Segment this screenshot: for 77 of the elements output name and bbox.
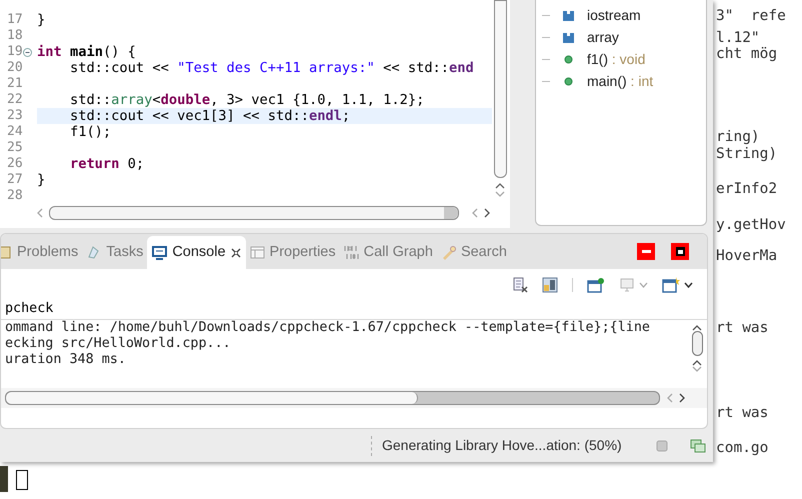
console-line: ecking src/HelloWorld.cpp...	[5, 336, 232, 352]
line-number: 19	[7, 44, 23, 60]
text-cursor	[16, 470, 28, 490]
code-line: f1();	[68, 124, 112, 140]
text-line: com.go	[716, 439, 768, 458]
tasks-icon	[86, 245, 102, 260]
text-line: String)	[716, 145, 778, 164]
text-line: ring)	[716, 128, 760, 147]
line-number: 20	[7, 60, 23, 76]
code-line: std::cout << vec1[3] << std::endl;	[68, 108, 350, 124]
outline-item[interactable]: array	[587, 26, 619, 48]
text-line: rt was	[716, 404, 768, 423]
maximize-button[interactable]	[671, 243, 689, 260]
progress-view-icon[interactable]	[690, 438, 706, 452]
scroll-right-icon[interactable]	[679, 393, 686, 403]
flashlight-icon	[440, 245, 456, 260]
collapse-icon[interactable]	[22, 48, 32, 56]
code-editor[interactable]: 17 } 18 19 int main() { 20 std::cout << "Test des C++11 arrays:" << std::end 21 22 std::array<double, 3> vec1 {1.0, 1.1, 1.2}; 23 std::cout << vec1[3] << std::endl; 24 f1(); 25 26 return 0; 27 } 28	[0, 0, 510, 228]
panel-edge	[0, 466, 8, 492]
line-number: 24	[7, 124, 23, 140]
scroll-up-icon[interactable]	[692, 324, 702, 331]
close-icon[interactable]	[230, 248, 241, 258]
code-line: std::array<double, 3> vec1 {1.0, 1.1, 1.2};	[68, 92, 424, 108]
scroll-up-icon[interactable]	[495, 182, 505, 189]
line-number: 27	[7, 172, 23, 188]
line-number: 22	[7, 92, 23, 108]
horizontal-scrollbar[interactable]	[49, 206, 459, 220]
text-line: y.getHov	[716, 216, 786, 235]
scroll-lock-icon[interactable]	[542, 277, 558, 293]
text-line: HoverMa	[716, 247, 778, 266]
line-number: 26	[7, 156, 23, 172]
vertical-scrollbar[interactable]	[692, 331, 702, 356]
code-line: }	[37, 12, 46, 28]
minimize-button[interactable]	[637, 243, 655, 260]
outline-item[interactable]: main() : int	[587, 70, 654, 92]
vertical-scrollbar[interactable]	[494, 0, 506, 178]
line-number: 21	[7, 76, 23, 92]
scroll-right-icon[interactable]	[484, 208, 491, 218]
new-console-icon[interactable]	[662, 277, 680, 293]
outline-item[interactable]: iostream	[587, 4, 641, 26]
text-line: erInfo2	[716, 180, 778, 199]
line-number: 18	[7, 28, 23, 44]
code-line: std::cout << "Test des C++11 arrays:" << std::end	[68, 60, 474, 76]
console-line: ommand line: /home/buhl/Downloads/cppcheck-1.67/cppcheck --template={file};{line	[5, 320, 651, 336]
console-line: uration 348 ms.	[5, 352, 127, 368]
code-line: return 0;	[68, 156, 144, 172]
scroll-up-icon[interactable]	[692, 359, 702, 366]
view-tab[interactable]: Problems	[1, 236, 82, 269]
pin-console-icon[interactable]	[587, 277, 605, 293]
view-tab[interactable]: Call Graph	[340, 236, 437, 269]
scroll-left-icon[interactable]	[471, 208, 478, 218]
view-tab[interactable]: Tasks	[82, 236, 148, 269]
line-number: 23	[7, 108, 23, 124]
clear-console-icon[interactable]	[512, 277, 528, 293]
function-dot-icon	[562, 52, 575, 66]
console-icon	[152, 245, 168, 260]
line-number: 25	[7, 140, 23, 156]
dropdown-caret-icon[interactable]	[684, 282, 693, 288]
outline-item[interactable]: f1() : void	[587, 48, 646, 70]
progress-status: Generating Library Hove...ation: (50%)	[382, 436, 622, 455]
scroll-left-icon[interactable]	[36, 208, 43, 218]
view-tab[interactable]: Properties	[246, 236, 340, 269]
line-number: 28	[7, 188, 23, 204]
properties-icon	[250, 245, 265, 260]
text-line: cht mög	[716, 45, 778, 64]
text-line: rt was	[716, 319, 768, 338]
problems-icon	[1, 245, 12, 260]
line-number: 17	[7, 12, 23, 28]
view-tab[interactable]: Search	[436, 236, 511, 269]
text-line: l.12"	[716, 29, 760, 47]
text-line: 3" refe	[716, 7, 786, 26]
function-dot-icon	[562, 74, 575, 88]
code-line: int main() {	[37, 44, 136, 60]
console-title: pcheck	[5, 301, 54, 316]
view-tab[interactable]: Console	[147, 236, 246, 269]
horizontal-scrollbar[interactable]	[5, 391, 660, 405]
code-line: }	[37, 172, 46, 188]
